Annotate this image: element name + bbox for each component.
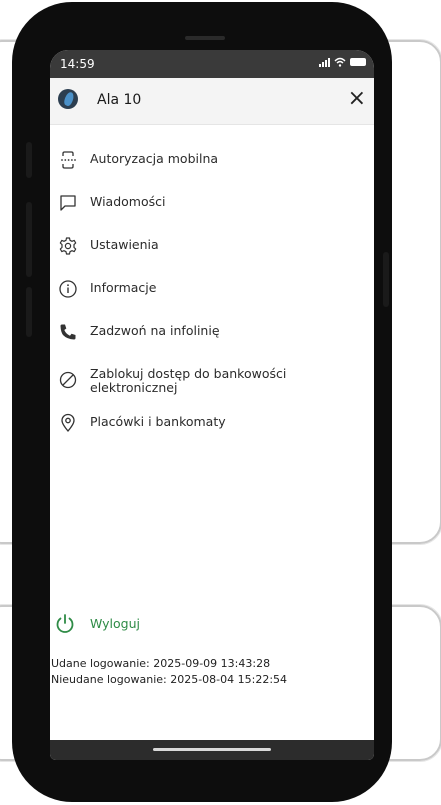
phone-icon — [60, 324, 76, 340]
phone-side-button — [383, 252, 389, 307]
menu-item-label: Wiadomości — [90, 194, 166, 209]
gear-icon — [59, 237, 77, 255]
phone-screen: 14:59 Ala 10 × Autoryzacja mobilna Wiado… — [50, 50, 374, 760]
status-bar: 14:59 — [50, 50, 374, 78]
successful-login-text: Udane logowanie: 2025-09-09 13:43:28 — [51, 657, 271, 670]
menu-item-information[interactable]: Informacje — [50, 276, 374, 306]
menu-item-label: Ustawienia — [90, 237, 159, 252]
logout-label: Wyloguj — [90, 616, 140, 631]
battery-icon — [350, 58, 366, 66]
login-history: Udane logowanie: 2025-09-09 13:43:28 Nie… — [51, 656, 287, 688]
menu-item-messages[interactable]: Wiadomości — [50, 190, 374, 220]
message-icon — [60, 195, 76, 211]
phone-speaker — [185, 36, 225, 40]
menu-item-block-access[interactable]: Zablokuj dostęp do bankowości elektronic… — [50, 362, 374, 402]
home-indicator[interactable] — [153, 748, 271, 751]
mobile-auth-icon — [61, 151, 76, 169]
menu-item-branches-atms[interactable]: Placówki i bankomaty — [50, 410, 374, 440]
failed-login-text: Nieudane logowanie: 2025-08-04 15:22:54 — [51, 673, 288, 686]
menu-item-mobile-authorization[interactable]: Autoryzacja mobilna — [50, 147, 374, 177]
status-time: 14:59 — [60, 57, 95, 71]
menu-item-label: Informacje — [90, 280, 157, 295]
block-icon — [59, 371, 77, 389]
system-icons — [319, 57, 366, 67]
logout-button[interactable]: Wyloguj — [50, 607, 374, 639]
menu-item-call-hotline[interactable]: Zadzwoń na infolinię — [50, 319, 374, 349]
navigation-bar — [50, 740, 374, 760]
avatar[interactable] — [58, 89, 78, 109]
phone-side-button — [26, 287, 32, 337]
phone-side-button — [26, 202, 32, 277]
menu-item-label: Autoryzacja mobilna — [90, 151, 219, 166]
phone-frame: 14:59 Ala 10 × Autoryzacja mobilna Wiado… — [12, 2, 392, 802]
menu-item-label: Zadzwoń na infolinię — [90, 323, 220, 338]
username: Ala 10 — [97, 92, 142, 108]
power-icon — [56, 614, 74, 633]
info-icon — [59, 280, 77, 298]
close-icon[interactable]: × — [348, 88, 366, 110]
menu-item-label: Placówki i bankomaty — [90, 414, 226, 429]
menu-item-settings[interactable]: Ustawienia — [50, 233, 374, 263]
signal-icon — [319, 57, 330, 67]
phone-side-button — [26, 142, 32, 178]
menu-item-label: Zablokuj dostęp do bankowości elektronic… — [90, 366, 287, 395]
wifi-icon — [334, 57, 346, 67]
menu-header: Ala 10 × — [50, 78, 374, 125]
location-pin-icon — [61, 413, 75, 432]
